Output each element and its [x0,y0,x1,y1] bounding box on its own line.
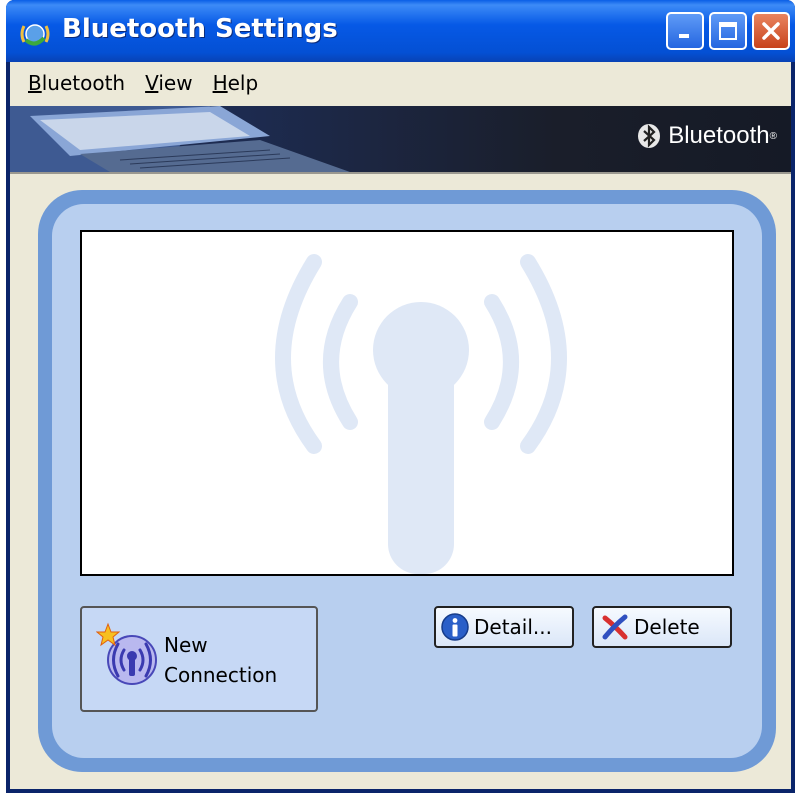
bluetooth-app-icon [20,24,50,46]
menu-view-mnemonic: V [145,71,159,95]
bluetooth-antenna-watermark-icon [275,254,567,574]
registered-mark: ® [769,130,777,142]
detail-label: Detail... [474,615,552,639]
delete-x-icon [602,614,628,640]
menu-view-label: iew [158,71,193,95]
menu-help-label: elp [227,71,259,95]
minimize-icon [679,34,689,38]
close-button[interactable] [752,12,790,50]
minimize-button[interactable] [666,12,704,50]
devices-panel: New Connection Detail... Delete [38,190,776,772]
delete-button[interactable]: Delete [592,606,732,648]
window-title: Bluetooth Settings [62,14,338,44]
bluetooth-icon [638,124,661,148]
menu-bluetooth-mnemonic: B [28,71,42,95]
detail-button[interactable]: Detail... [434,606,574,648]
new-connection-label: New Connection [164,633,278,687]
new-connection-icon [96,622,157,685]
delete-label: Delete [634,615,700,639]
info-icon [441,613,469,641]
bluetooth-brand-text: Bluetooth [668,122,770,149]
bluetooth-settings-window: Bluetooth Settings Bluetooth View Help B… [6,0,795,793]
menu-view[interactable]: View [145,71,192,95]
new-connection-button[interactable]: New Connection [80,606,318,712]
menu-help[interactable]: Help [213,71,259,95]
maximize-button[interactable] [709,12,747,50]
menu-bar: Bluetooth View Help [10,62,791,104]
menu-bluetooth-label: luetooth [41,71,126,95]
device-list[interactable] [80,230,734,576]
bluetooth-logo: Bluetooth ® [636,122,777,150]
bluetooth-banner: Bluetooth ® [10,106,791,174]
menu-bluetooth[interactable]: Bluetooth [28,71,125,95]
client-area: Bluetooth View Help Bluetooth ® New Conn… [10,62,791,789]
close-icon [762,22,780,40]
maximize-icon [719,22,737,40]
menu-help-mnemonic: H [212,71,228,95]
laptop-banner-image [10,106,350,172]
devices-panel-inner: New Connection Detail... Delete [52,204,762,758]
title-bar[interactable]: Bluetooth Settings [6,0,795,62]
